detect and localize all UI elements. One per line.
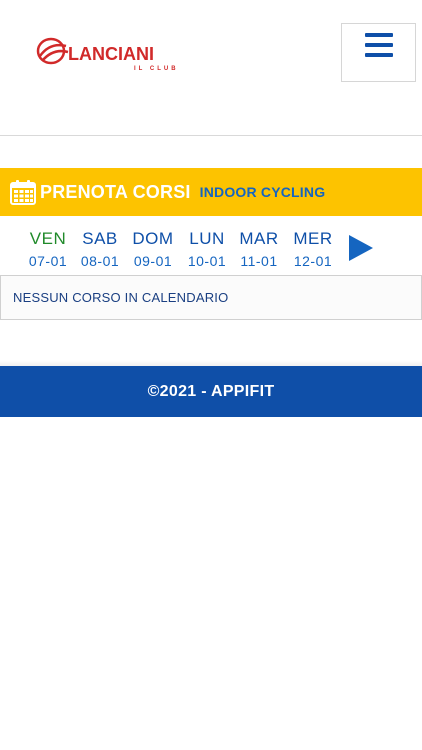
course-name: INDOOR CYCLING <box>199 184 326 200</box>
day-date: 08-01 <box>80 253 120 269</box>
footer: ©2021 - APPIFIT <box>0 366 422 417</box>
day-tab-mar[interactable]: MAR 11-01 <box>232 228 286 270</box>
header: LANCIANI IL CLUB <box>0 0 422 136</box>
day-date: 07-01 <box>28 253 68 269</box>
day-date: 11-01 <box>240 253 278 269</box>
empty-schedule-message: NESSUN CORSO IN CALENDARIO <box>0 275 422 320</box>
day-date: 09-01 <box>133 253 173 269</box>
message-text: NESSUN CORSO IN CALENDARIO <box>13 290 229 305</box>
day-name: DOM <box>132 229 174 248</box>
day-date: 10-01 <box>187 253 227 269</box>
day-name: MER <box>293 229 333 248</box>
next-days-button[interactable] <box>347 233 375 263</box>
booking-title: PRENOTA CORSI <box>40 181 191 202</box>
logo-text: LANCIANI <box>68 44 154 64</box>
day-tab-sab[interactable]: SAB 08-01 <box>73 228 127 270</box>
booking-header-bar: PRENOTA CORSI INDOOR CYCLING <box>0 168 422 216</box>
calendar-icon <box>10 180 36 205</box>
day-tab-dom[interactable]: DOM 09-01 <box>126 228 180 270</box>
day-date: 12-01 <box>293 253 333 269</box>
day-tab-lun[interactable]: LUN 10-01 <box>180 228 234 270</box>
logo-subtext: IL CLUB <box>134 66 179 72</box>
club-logo[interactable]: LANCIANI IL CLUB <box>36 36 192 76</box>
day-name: VEN <box>29 229 67 248</box>
day-tab-ven[interactable]: VEN 07-01 <box>21 228 75 270</box>
logo-swoosh-icon <box>36 37 69 65</box>
copyright-text: ©2021 - APPIFIT <box>147 382 275 400</box>
day-tab-mer[interactable]: MER 12-01 <box>286 228 340 270</box>
page: LANCIANI IL CLUB PRENOTA CORSI INDOOR CY… <box>0 0 422 750</box>
hamburger-menu-icon <box>364 33 393 37</box>
play-arrow-icon <box>349 235 373 261</box>
menu-button[interactable] <box>341 23 416 82</box>
day-name: SAB <box>82 229 118 248</box>
day-name: LUN <box>189 229 225 248</box>
day-name: MAR <box>239 229 279 248</box>
